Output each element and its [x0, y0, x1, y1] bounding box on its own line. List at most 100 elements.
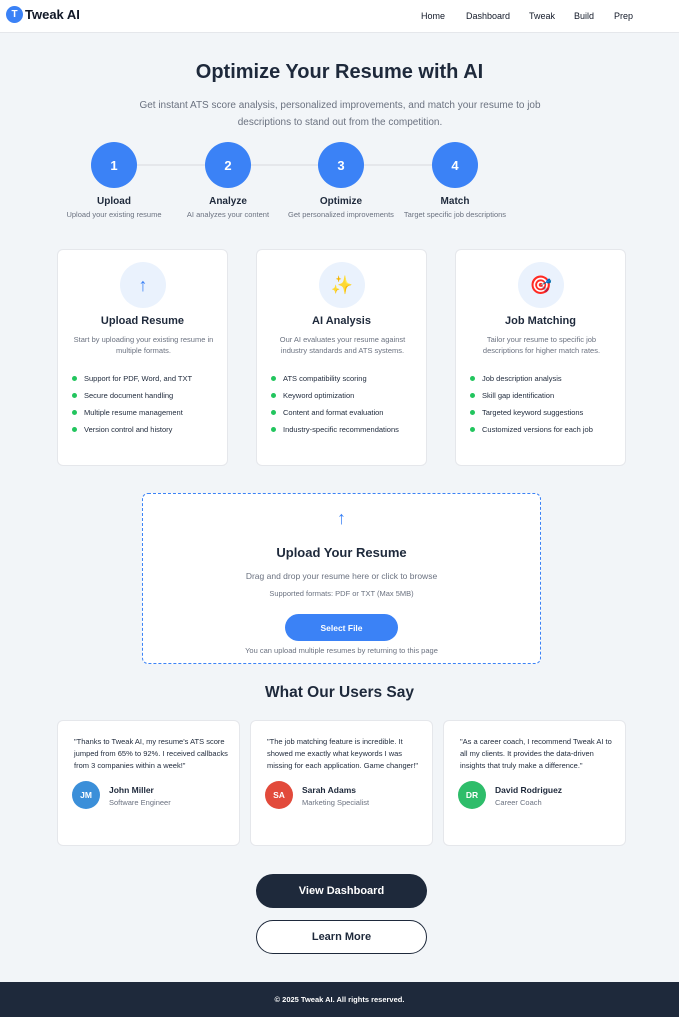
bullet-dot-icon: [72, 393, 77, 398]
step-desc: AI analyzes your content: [186, 210, 270, 219]
nav-link-prep[interactable]: Prep: [614, 11, 633, 21]
testimonial-card: "As a career coach, I recommend Tweak AI…: [443, 720, 626, 846]
testimonial-name: David Rodriguez: [495, 785, 563, 795]
testimonial-quote: "Thanks to Tweak AI, my resume's ATS sco…: [74, 737, 228, 770]
page-subtitle: Get instant ATS score analysis, personal…: [139, 100, 541, 128]
feature-list: Support for PDF, Word, and TXT Secure do…: [72, 370, 192, 438]
step-optimize: 3 Optimize Get personalized improvements: [283, 142, 399, 219]
bullet-dot-icon: [470, 376, 475, 381]
footer: © 2025 Tweak AI. All rights reserved.: [0, 982, 679, 1017]
testimonial-role: Marketing Specialist: [302, 798, 370, 807]
view-dashboard-button[interactable]: View Dashboard: [256, 874, 427, 908]
feature-list-item: Skill gap identification: [470, 387, 593, 404]
step-upload: 1 Upload Upload your existing resume: [56, 142, 172, 219]
bullet-dot-icon: [72, 376, 77, 381]
step-title: Optimize: [319, 196, 363, 207]
step-number: 4: [432, 142, 478, 188]
feature-list-item: Job description analysis: [470, 370, 593, 387]
step-title: Analyze: [209, 196, 247, 207]
upload-arrow-icon: ↑: [120, 262, 166, 308]
feature-card-upload: ↑ Upload Resume Start by uploading your …: [57, 249, 228, 466]
feature-item-text: ATS compatibility scoring: [283, 374, 367, 383]
step-number: 2: [205, 142, 251, 188]
bullet-dot-icon: [271, 427, 276, 432]
bullet-dot-icon: [72, 427, 77, 432]
avatar: JM: [72, 781, 100, 809]
bullet-dot-icon: [470, 410, 475, 415]
nav-link-tweak[interactable]: Tweak: [529, 11, 555, 21]
step-desc: Get personalized improvements: [288, 210, 394, 219]
bullet-dot-icon: [271, 393, 276, 398]
feature-list-item: Support for PDF, Word, and TXT: [72, 370, 192, 387]
testimonial-quote: "As a career coach, I recommend Tweak AI…: [460, 737, 612, 770]
feature-list-item: Customized versions for each job: [470, 421, 593, 438]
feature-item-text: Skill gap identification: [482, 391, 555, 400]
feature-title: Job Matching: [505, 315, 576, 327]
feature-list-item: Keyword optimization: [271, 387, 399, 404]
step-number: 1: [91, 142, 137, 188]
bullet-dot-icon: [271, 376, 276, 381]
testimonial-role: Career Coach: [495, 798, 542, 807]
feature-item-text: Industry-specific recommendations: [283, 425, 399, 434]
feature-list-item: Content and format evaluation: [271, 404, 399, 421]
feature-list-item: Secure document handling: [72, 387, 192, 404]
nav-links: Home Dashboard Tweak Build Prep: [0, 11, 679, 23]
step-analyze: 2 Analyze AI analyzes your content: [170, 142, 286, 219]
feature-list: Job description analysis Skill gap ident…: [470, 370, 593, 438]
page-title: Optimize Your Resume with AI: [195, 61, 484, 83]
testimonial-name: John Miller: [109, 785, 154, 795]
bullet-dot-icon: [271, 410, 276, 415]
feature-list-item: Version control and history: [72, 421, 192, 438]
resume-dropzone[interactable]: ↑ Upload Your Resume Drag and drop your …: [142, 493, 541, 664]
testimonials-title: What Our Users Say: [264, 684, 415, 701]
process-steps: 1 Upload Upload your existing resume 2 A…: [0, 142, 679, 232]
nav-link-home[interactable]: Home: [421, 11, 445, 21]
feature-item-text: Keyword optimization: [283, 391, 355, 400]
step-number: 3: [318, 142, 364, 188]
testimonial-card: "The job matching feature is incredible.…: [250, 720, 433, 846]
top-navbar: T Tweak AI Home Dashboard Tweak Build Pr…: [0, 0, 679, 33]
upload-desc: Drag and drop your resume here or click …: [245, 571, 438, 581]
feature-card-ai-analysis: ✨ AI Analysis Our AI evaluates your resu…: [256, 249, 427, 466]
feature-item-text: Secure document handling: [84, 391, 174, 400]
upload-arrow-icon: ↑: [337, 508, 346, 528]
target-icon: 🎯: [518, 262, 564, 308]
feature-item-text: Job description analysis: [482, 374, 562, 383]
feature-card-job-matching: 🎯 Job Matching Tailor your resume to spe…: [455, 249, 626, 466]
nav-link-build[interactable]: Build: [574, 11, 594, 21]
bullet-dot-icon: [72, 410, 77, 415]
feature-title: Upload Resume: [100, 315, 185, 327]
step-desc: Target specific job descriptions: [403, 210, 507, 219]
nav-link-dashboard[interactable]: Dashboard: [466, 11, 510, 21]
feature-desc: Our AI evaluates your resume against ind…: [279, 335, 406, 355]
testimonial-card: "Thanks to Tweak AI, my resume's ATS sco…: [57, 720, 240, 846]
avatar: SA: [265, 781, 293, 809]
feature-list-item: Industry-specific recommendations: [271, 421, 399, 438]
bullet-dot-icon: [470, 393, 475, 398]
feature-list-item: Multiple resume management: [72, 404, 192, 421]
footer-copyright: © 2025 Tweak AI. All rights reserved.: [274, 995, 405, 1004]
feature-title: AI Analysis: [312, 315, 371, 327]
testimonial-quote: "The job matching feature is incredible.…: [267, 737, 419, 770]
step-match: 4 Match Target specific job descriptions: [397, 142, 513, 219]
upload-title: Upload Your Resume: [276, 545, 407, 560]
select-file-button[interactable]: Select File: [285, 614, 398, 641]
bullet-dot-icon: [470, 427, 475, 432]
feature-item-text: Support for PDF, Word, and TXT: [84, 374, 193, 383]
feature-desc: Tailor your resume to specific job descr…: [482, 335, 601, 355]
feature-item-text: Version control and history: [84, 425, 173, 434]
feature-list-item: ATS compatibility scoring: [271, 370, 399, 387]
step-title: Upload: [97, 196, 131, 207]
testimonial-role: Software Engineer: [109, 798, 171, 807]
feature-item-text: Targeted keyword suggestions: [482, 408, 584, 417]
feature-item-text: Customized versions for each job: [482, 425, 593, 434]
upload-formats: Supported formats: PDF or TXT (Max 5MB): [269, 589, 414, 598]
feature-list-item: Targeted keyword suggestions: [470, 404, 593, 421]
sparkles-icon: ✨: [319, 262, 365, 308]
avatar: DR: [458, 781, 486, 809]
testimonial-name: Sarah Adams: [302, 785, 357, 795]
feature-item-text: Multiple resume management: [84, 408, 183, 417]
learn-more-button[interactable]: Learn More: [256, 920, 427, 954]
step-title: Match: [440, 196, 470, 207]
feature-list: ATS compatibility scoring Keyword optimi…: [271, 370, 399, 438]
